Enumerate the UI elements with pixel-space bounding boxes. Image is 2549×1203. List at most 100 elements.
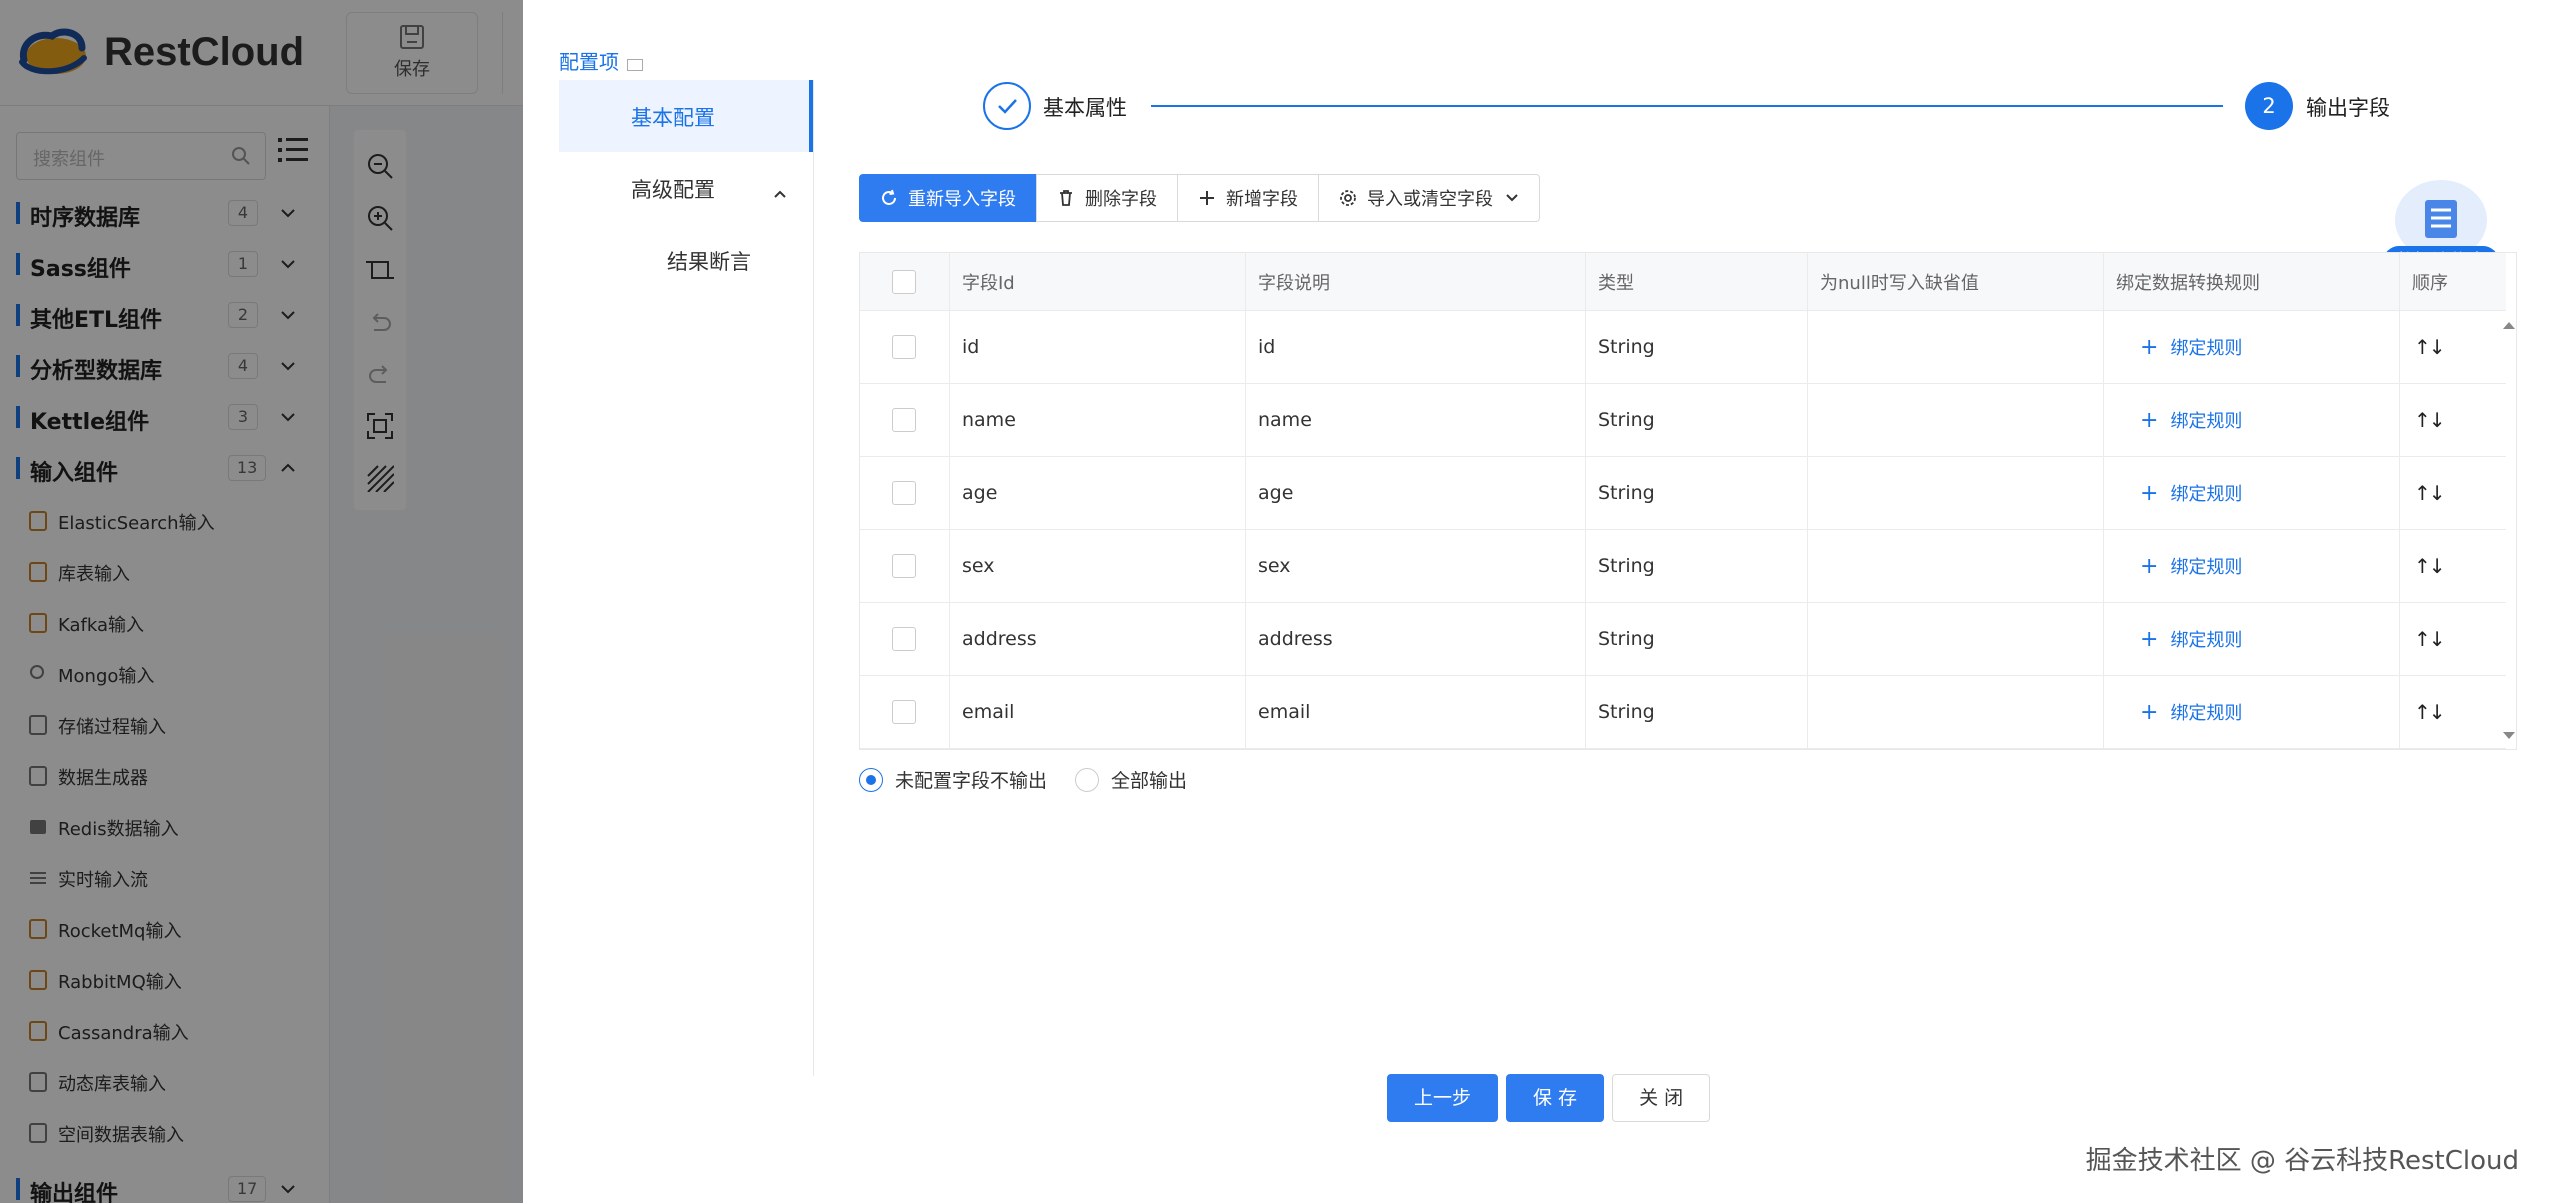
header-type: 类型	[1598, 272, 1634, 294]
row-checkbox[interactable]	[892, 481, 916, 505]
table-row: id id String + 绑定规则 ↑↓	[860, 311, 2506, 384]
table-row: name name String + 绑定规则 ↑↓	[860, 384, 2506, 457]
cell-field-desc[interactable]: sex	[1258, 555, 1291, 577]
order-arrows[interactable]: ↑↓	[2414, 408, 2445, 432]
reimport-label: 重新导入字段	[908, 189, 1016, 210]
output-mode-radios: 未配置字段不输出 全部输出	[859, 766, 1187, 793]
cell-type[interactable]: String	[1598, 701, 1655, 723]
step-2-label: 输出字段	[2306, 96, 2390, 120]
scroll-down-icon[interactable]	[2502, 726, 2516, 745]
cell-field-id[interactable]: name	[962, 409, 1016, 431]
cell-type[interactable]: String	[1598, 482, 1655, 504]
cell-type[interactable]: String	[1598, 628, 1655, 650]
cell-type[interactable]: String	[1598, 409, 1655, 431]
row-checkbox[interactable]	[892, 408, 916, 432]
import-clear-dropdown[interactable]: 导入或清空字段	[1318, 174, 1540, 222]
order-arrows[interactable]: ↑↓	[2414, 335, 2445, 359]
order-arrows[interactable]: ↑↓	[2414, 554, 2445, 578]
cell-field-desc[interactable]: name	[1258, 409, 1312, 431]
cell-field-desc[interactable]: email	[1258, 701, 1310, 723]
close-button[interactable]: 关 闭	[1612, 1074, 1711, 1122]
nav-result-assertion[interactable]: 结果断言	[559, 224, 889, 296]
nav-label: 结果断言	[667, 250, 751, 274]
prev-step-button[interactable]: 上一步	[1387, 1074, 1499, 1122]
cell-field-id[interactable]: address	[962, 628, 1037, 650]
bind-rule-link[interactable]: + 绑定规则	[2140, 407, 2242, 433]
select-all-checkbox[interactable]	[892, 269, 916, 294]
cell-field-id[interactable]: age	[962, 482, 997, 504]
order-arrows[interactable]: ↑↓	[2414, 481, 2445, 505]
bind-rule-link[interactable]: + 绑定规则	[2140, 480, 2242, 506]
table-row: address address String + 绑定规则 ↑↓	[860, 603, 2506, 676]
table-header: 字段Id 字段说明 类型 为null时写入缺省值 绑定数据转换规则 顺序	[860, 253, 2506, 311]
radio-label: 未配置字段不输出	[895, 770, 1048, 792]
fields-table: 字段Id 字段说明 类型 为null时写入缺省值 绑定数据转换规则 顺序 id …	[859, 252, 2517, 750]
nav-advanced-config[interactable]: 高级配置	[559, 152, 813, 224]
header-cell: 顺序	[2400, 253, 2506, 310]
order-arrows[interactable]: ↑↓	[2414, 627, 2445, 651]
field-toolbar: 重新导入字段 删除字段 新增字段 导入或清空字段	[859, 174, 1540, 222]
scroll-up-icon[interactable]	[2502, 315, 2516, 334]
bind-rule-link[interactable]: + 绑定规则	[2140, 334, 2242, 360]
header-cell: 字段说明	[1246, 253, 1586, 310]
nav-divider	[813, 80, 814, 1076]
check-icon	[998, 99, 1017, 114]
header-select-cell	[860, 253, 950, 310]
trash-icon	[1060, 190, 1072, 206]
header-cell: 绑定数据转换规则	[2104, 253, 2400, 310]
table-row: age age String + 绑定规则 ↑↓	[860, 457, 2506, 530]
header-field-desc: 字段说明	[1258, 272, 1330, 294]
radio-output-all[interactable]	[1075, 767, 1100, 792]
cell-field-desc[interactable]: address	[1258, 628, 1333, 650]
step-1-label: 基本属性	[1043, 96, 1127, 120]
table-row: sex sex String + 绑定规则 ↑↓	[860, 530, 2506, 603]
order-arrows[interactable]: ↑↓	[2414, 700, 2445, 724]
bind-rule-label: 绑定规则	[2170, 557, 2243, 578]
cell-field-desc[interactable]: age	[1258, 482, 1293, 504]
step-1-indicator[interactable]	[983, 82, 1031, 130]
config-drawer: 配置项 基本配置 高级配置 结果断言 基本属性 2 输出字段 重新导入字段 删除…	[523, 0, 2549, 1203]
chevron-up-icon	[773, 180, 787, 204]
plus-icon	[1200, 191, 1214, 205]
bind-rule-label: 绑定规则	[2170, 630, 2243, 651]
nav-basic-config[interactable]: 基本配置	[559, 80, 813, 152]
table-row: email email String + 绑定规则 ↑↓	[860, 676, 2506, 749]
refresh-icon	[882, 189, 896, 205]
row-checkbox[interactable]	[892, 627, 916, 651]
cell-field-desc[interactable]: id	[1258, 336, 1275, 358]
row-checkbox[interactable]	[892, 335, 916, 359]
row-checkbox[interactable]	[892, 700, 916, 724]
bind-rule-link[interactable]: + 绑定规则	[2140, 626, 2242, 652]
cell-field-id[interactable]: id	[962, 336, 979, 358]
window-icon[interactable]	[627, 59, 643, 71]
bind-rule-label: 绑定规则	[2170, 411, 2243, 432]
nav-label: 高级配置	[631, 178, 715, 202]
header-cell: 为null时写入缺省值	[1808, 253, 2104, 310]
step-connector	[1151, 105, 2223, 107]
header-field-id: 字段Id	[962, 272, 1015, 294]
delete-fields-button[interactable]: 删除字段	[1036, 174, 1178, 222]
bind-rule-label: 绑定规则	[2170, 484, 2243, 505]
reimport-fields-button[interactable]: 重新导入字段	[859, 174, 1037, 222]
cell-field-id[interactable]: sex	[962, 555, 995, 577]
gear-icon	[1340, 190, 1356, 206]
cell-type[interactable]: String	[1598, 336, 1655, 358]
bind-rule-link[interactable]: + 绑定规则	[2140, 553, 2242, 579]
cell-field-id[interactable]: email	[962, 701, 1014, 723]
add-field-button[interactable]: 新增字段	[1177, 174, 1319, 222]
config-nav: 基本配置 高级配置 结果断言	[559, 80, 813, 296]
header-order: 顺序	[2412, 272, 2448, 294]
nav-label: 基本配置	[631, 106, 715, 130]
bind-rule-link[interactable]: + 绑定规则	[2140, 699, 2242, 725]
row-checkbox[interactable]	[892, 554, 916, 578]
save-button[interactable]: 保 存	[1506, 1074, 1605, 1122]
footer-buttons: 上一步 保 存 关 闭	[1387, 1074, 1718, 1122]
radio-unconfigured-no-output[interactable]	[859, 767, 883, 792]
bind-rule-label: 绑定规则	[2170, 338, 2243, 359]
step-2-indicator[interactable]: 2	[2245, 82, 2293, 130]
add-label: 新增字段	[1226, 189, 1298, 210]
watermark: 掘金技术社区 @ 谷云科技RestCloud	[2085, 1146, 2519, 1176]
header-cell: 字段Id	[950, 253, 1246, 310]
cell-type[interactable]: String	[1598, 555, 1655, 577]
header-bind-rule: 绑定数据转换规则	[2116, 272, 2260, 294]
